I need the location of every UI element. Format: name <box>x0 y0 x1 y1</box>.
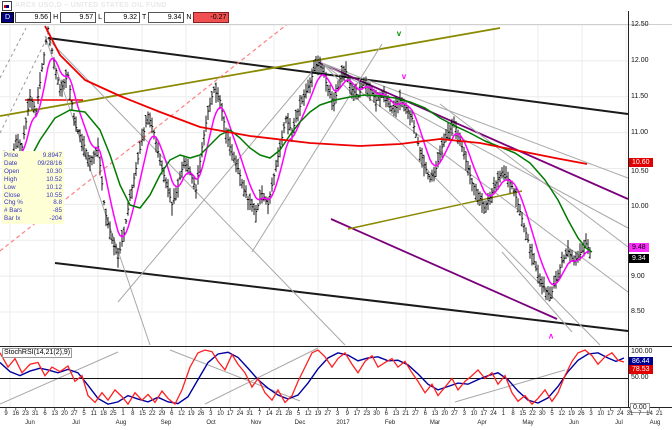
ma-slow-ma[interactable] <box>45 26 587 164</box>
charting-app-window: ARCX USO,D – UNITED STATES OIL FUND D9.5… <box>0 0 672 430</box>
axis-label: 9.48 <box>629 243 649 252</box>
tooltip-row: Price9.8947 <box>4 152 62 160</box>
data-window-tooltip: Price9.8947Date09/28/16Open10.30High10.5… <box>2 151 64 224</box>
axis-label: 8.50 <box>631 308 645 315</box>
date-tick-label: 21 <box>652 411 666 417</box>
axis-label: 11.00 <box>631 129 648 136</box>
tooltip-row: High10.52 <box>4 176 62 184</box>
tooltip-row: # Bars-85 <box>4 207 62 215</box>
month-label: Feb <box>379 420 401 426</box>
month-label: Nov <box>245 420 267 426</box>
trendline-channel-purple-lower[interactable] <box>331 219 557 319</box>
axis-label: 12.50 <box>631 21 649 28</box>
tooltip-row: Chg %8.8 <box>4 199 62 207</box>
wave-marker-magenta-down[interactable]: v <box>402 72 407 81</box>
month-label: Apr <box>471 420 493 426</box>
axis-label: 9.34 <box>629 254 649 263</box>
trendline-support-black-lower[interactable] <box>55 263 628 331</box>
month-label: Aug <box>644 420 666 426</box>
month-label: Jun <box>563 420 585 426</box>
month-label: Sep <box>155 420 177 426</box>
axis-label: 100.00 <box>631 348 652 355</box>
axis-label: 10.50 <box>631 168 649 175</box>
axis-label: 11.50 <box>631 93 648 100</box>
month-label: Mar <box>424 420 446 426</box>
wave-marker-magenta-up[interactable]: v <box>548 332 553 341</box>
wave-marker-green-down[interactable]: v <box>397 29 402 38</box>
month-label: Aug <box>110 420 132 426</box>
tooltip-row: Date09/28/16 <box>4 160 62 168</box>
month-label: Jun <box>19 420 41 426</box>
axis-label: 10.60 <box>629 158 653 167</box>
month-label: Dec <box>289 420 311 426</box>
axis-label: 78.53 <box>629 365 653 374</box>
axis-label: 12.00 <box>631 57 649 64</box>
month-label: May <box>517 420 539 426</box>
month-label: Oct <box>200 420 222 426</box>
tooltip-row: Close10.55 <box>4 192 62 200</box>
main-price-panel: v v v <box>0 22 628 345</box>
tooltip-row: Open10.30 <box>4 168 62 176</box>
trendline-olive-short[interactable] <box>348 191 522 229</box>
trendline-gray-dashed-edge[interactable] <box>0 40 46 133</box>
tooltip-row: Bar Ix-204 <box>4 215 62 223</box>
axis-label: 9.00 <box>631 273 645 280</box>
chart-canvas[interactable]: v v v <box>0 0 672 430</box>
ohlc-bars <box>3 26 592 301</box>
axis-label: 50.00 <box>631 374 649 381</box>
month-label: Jul <box>608 420 630 426</box>
tooltip-row: Low10.12 <box>4 184 62 192</box>
stochastic-indicator-label: StochRSI(14,21(2),9) <box>2 348 72 358</box>
trendline-gray-dashed-edge[interactable] <box>0 28 26 78</box>
month-label: 2017 <box>332 420 354 426</box>
stochastic-panel <box>0 348 628 404</box>
axis-label: 10.00 <box>631 203 649 210</box>
month-label: Jul <box>65 420 87 426</box>
price-axis[interactable]: 12.50 12.00 11.50 11.00 10.50 10.00 9.00 8.50 10… <box>629 0 672 430</box>
